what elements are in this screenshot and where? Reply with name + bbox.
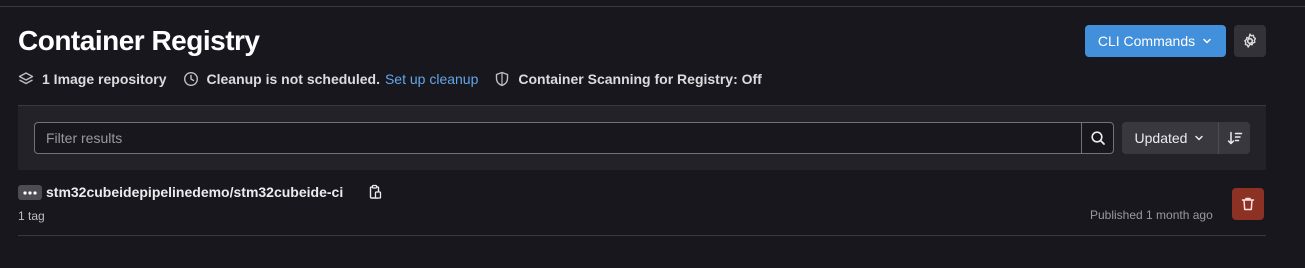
filter-search-box <box>34 122 1114 154</box>
sort-label: Updated <box>1134 130 1188 146</box>
sort-controls: Updated <box>1122 122 1250 154</box>
trash-icon <box>1241 197 1255 211</box>
image-repository-count: 1 Image repository <box>18 71 167 87</box>
filter-input[interactable] <box>35 123 1081 153</box>
cli-commands-button[interactable]: CLI Commands <box>1085 25 1226 57</box>
sort-direction-button[interactable] <box>1218 122 1250 154</box>
cleanup-status: Cleanup is not scheduled. Set up cleanup <box>183 71 478 87</box>
repository-row: stm32cubeidepipelinedemo/stm32cubeide-ci… <box>18 171 1266 236</box>
layers-icon <box>18 72 34 85</box>
chevron-down-icon <box>1195 135 1204 141</box>
published-time: Published 1 month ago <box>1090 208 1213 222</box>
search-icon <box>1090 131 1105 145</box>
cleanup-status-text: Cleanup is not scheduled. <box>206 71 380 87</box>
page-title: Container Registry <box>18 25 260 56</box>
repository-count-text: 1 Image repository <box>42 71 167 87</box>
scanning-status-text: Container Scanning for Registry: Off <box>518 71 762 87</box>
clock-icon <box>183 71 198 87</box>
registry-meta: 1 Image repository Cleanup is not schedu… <box>18 68 778 90</box>
cli-commands-label: CLI Commands <box>1097 33 1196 49</box>
set-up-cleanup-link[interactable]: Set up cleanup <box>385 71 478 87</box>
container-scanning-status: Container Scanning for Registry: Off <box>494 71 762 87</box>
copy-to-clipboard-icon[interactable] <box>367 184 383 205</box>
ellipsis-icon <box>23 190 37 195</box>
filter-bar: Updated <box>18 105 1266 170</box>
sort-lowest-icon <box>1227 131 1242 145</box>
container-registry-page: Container Registry CLI Commands 1 Image … <box>18 0 1266 268</box>
chevron-down-icon <box>1203 38 1211 44</box>
delete-repository-button[interactable] <box>1232 188 1264 220</box>
repository-name-link[interactable]: stm32cubeidepipelinedemo/stm32cubeide-ci <box>46 184 343 200</box>
gear-icon <box>1244 33 1257 48</box>
search-button[interactable] <box>1081 123 1113 153</box>
tag-count: 1 tag <box>18 209 45 223</box>
settings-button[interactable] <box>1234 25 1266 57</box>
shield-icon <box>496 71 509 87</box>
expand-details-button[interactable] <box>18 185 42 200</box>
sort-dropdown[interactable]: Updated <box>1122 122 1218 154</box>
